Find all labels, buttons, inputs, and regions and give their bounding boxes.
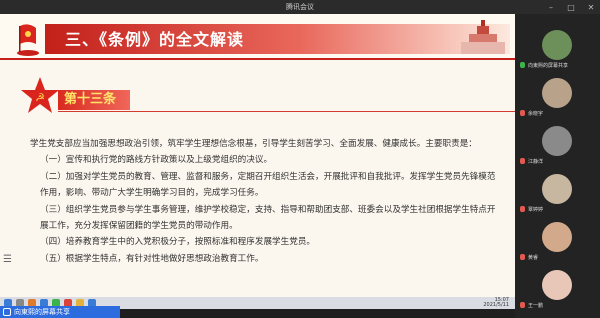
taskbar-clock: 15:07 2021/5/11 [483, 297, 509, 309]
share-label-text: 向東熙的屏幕共享 [14, 308, 70, 316]
participant-name: 覃婷婷 [528, 207, 544, 213]
article-badge: ☭ 第十三条 [20, 76, 515, 114]
svg-text:☭: ☭ [35, 91, 45, 104]
window-controls: – □ ✕ [546, 0, 596, 14]
building-icon [461, 20, 505, 54]
screen-share-label: 向東熙的屏幕共享 [0, 306, 120, 318]
window-title: 腾讯会议 [0, 0, 600, 14]
screen-share-icon [3, 308, 11, 316]
shared-slide: 三、《条例》的全文解读 ☭ 第十三条 学生党支部应当加强思想政治引领，筑牢学生理… [0, 14, 515, 297]
flag-icon [17, 24, 39, 56]
close-icon[interactable]: ✕ [586, 3, 596, 12]
avatar [542, 174, 572, 204]
participant-tile[interactable]: 王一鹏 [515, 268, 600, 312]
participant-name: 黄睿 [528, 255, 539, 261]
slide-title: 三、《条例》的全文解读 [65, 30, 245, 49]
minimize-icon[interactable]: – [546, 3, 556, 12]
avatar [542, 30, 572, 60]
mic-muted-icon [520, 158, 525, 164]
article-number: 第十三条 [58, 90, 130, 110]
mic-muted-icon [520, 302, 525, 308]
duty-item: （五）根据学生特点，有针对性地做好思想政治教育工作。 [40, 253, 264, 264]
article-divider [58, 111, 515, 112]
duty-item: （三）组织学生党员参与学生事务管理，维护学校稳定，支持、指导和帮助团支部、班委会… [40, 204, 496, 232]
participant-tile[interactable]: 覃婷婷 [515, 172, 600, 216]
avatar [542, 126, 572, 156]
mic-muted-icon [520, 254, 525, 260]
duty-item: （二）加强对学生党员的教育、管理、监督和服务，定期召开组织生活会，开展批评和自我… [40, 171, 496, 199]
participant-name: 江静洋 [528, 159, 544, 165]
participant-name: 向東熙的屏幕共享 [528, 63, 569, 69]
avatar [542, 270, 572, 300]
duty-item: （一）宣传和执行党的路线方针政策以及上级党组织的决议。 [40, 155, 273, 166]
clock-date: 2021/5/11 [483, 302, 509, 308]
menu-handle-icon[interactable]: ☰ [3, 254, 13, 268]
participant-tile[interactable]: 黄睿 [515, 220, 600, 264]
participant-name: 余晓宇 [528, 111, 544, 117]
participant-name: 王一鹏 [528, 303, 544, 309]
participant-tile[interactable]: 向東熙的屏幕共享 [515, 28, 600, 72]
mic-muted-icon [520, 110, 525, 116]
mic-muted-icon [520, 206, 525, 212]
participant-tile[interactable]: 江静洋 [515, 124, 600, 168]
mic-icon [520, 62, 525, 68]
party-star-icon: ☭ [21, 77, 59, 113]
maximize-icon[interactable]: □ [566, 3, 576, 12]
slide-header: 三、《条例》的全文解读 [0, 14, 515, 60]
duty-item: （四）培养教育学生中的入党积极分子，按照标准和程序发展学生党员。 [40, 237, 316, 248]
participants-panel: 向東熙的屏幕共享 余晓宇 江静洋 覃婷婷 黄睿 王一鹏 [515, 14, 600, 318]
avatar [542, 78, 572, 108]
article-body: 学生党支部应当加强思想政治引领，筑牢学生理想信念根基，引导学生刻苦学习、全面发展… [30, 136, 500, 267]
article-intro: 学生党支部应当加强思想政治引领，筑牢学生理想信念根基，引导学生刻苦学习、全面发展… [30, 139, 477, 149]
participant-tile[interactable]: 余晓宇 [515, 76, 600, 120]
avatar [542, 222, 572, 252]
